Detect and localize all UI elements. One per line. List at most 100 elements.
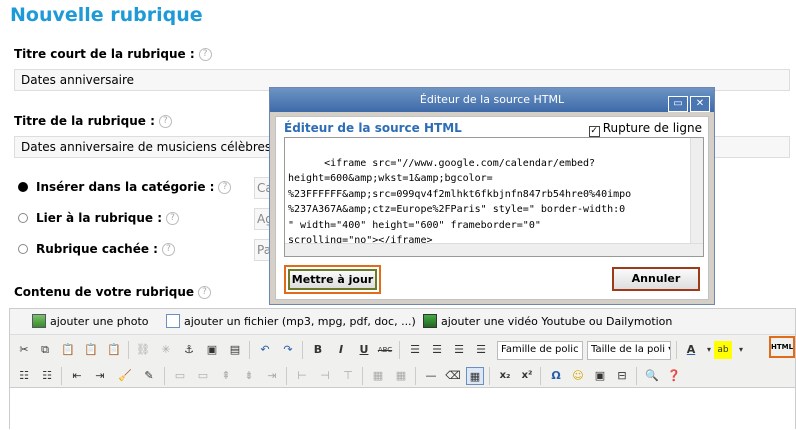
- dialog-title: Éditeur de la source HTML: [419, 93, 565, 106]
- horizontal-scrollbar[interactable]: [285, 243, 703, 256]
- insert-col-before-icon[interactable]: ⊢: [293, 367, 311, 385]
- title-label: Titre de la rubrique :?: [14, 114, 172, 128]
- text-color-icon[interactable]: A: [682, 341, 700, 359]
- indent-icon[interactable]: ⇥: [91, 367, 109, 385]
- unlink-icon[interactable]: ✳: [157, 341, 175, 359]
- toolbar-separator: [249, 341, 250, 359]
- close-icon[interactable]: ✕: [690, 96, 710, 112]
- underline-button[interactable]: U: [355, 341, 373, 359]
- table-row-props-icon[interactable]: ▭: [171, 367, 189, 385]
- html-source-dialog: Éditeur de la source HTML ▭ ✕ Éditeur de …: [269, 87, 715, 305]
- insert-row-before-icon[interactable]: ⇞: [217, 367, 235, 385]
- numbered-list-icon[interactable]: ☷: [38, 367, 56, 385]
- media-embed-icon[interactable]: ▣: [591, 367, 609, 385]
- toolbar-separator: [540, 367, 541, 385]
- help-icon[interactable]: ?: [198, 48, 212, 61]
- rich-text-editor: ajouter une photo ajouter un fichier (mp…: [9, 308, 796, 430]
- help-circle-icon[interactable]: ❓: [665, 367, 683, 385]
- edit-css-icon[interactable]: ✎: [140, 367, 158, 385]
- align-right-icon[interactable]: ☰: [450, 341, 468, 359]
- vertical-scrollbar[interactable]: [690, 138, 703, 256]
- emoticon-icon[interactable]: ☺: [569, 367, 587, 385]
- delete-row-icon[interactable]: ⇥: [263, 367, 281, 385]
- superscript-button[interactable]: x²: [518, 367, 536, 385]
- radio-link-rubrique[interactable]: Lier à la rubrique :?: [18, 211, 179, 225]
- toolbar-separator: [61, 367, 62, 385]
- copy-icon[interactable]: ⧉: [36, 341, 54, 359]
- outdent-icon[interactable]: ⇤: [68, 367, 86, 385]
- toolbar-separator: [302, 341, 303, 359]
- insert-row-after-icon[interactable]: ⇟: [240, 367, 258, 385]
- split-cells-icon[interactable]: ▦: [369, 367, 387, 385]
- bullet-list-icon[interactable]: ☷: [15, 367, 33, 385]
- delete-col-icon[interactable]: ⊤: [339, 367, 357, 385]
- anchor-icon[interactable]: ⚓: [180, 341, 198, 359]
- cancel-button[interactable]: Annuler: [612, 267, 700, 291]
- paste-text-icon[interactable]: 📋: [82, 341, 100, 359]
- radio-icon[interactable]: [18, 213, 28, 223]
- bold-button[interactable]: B: [309, 341, 327, 359]
- editor-content-area[interactable]: [10, 387, 795, 430]
- add-photo-link[interactable]: ajouter une photo: [32, 314, 149, 328]
- toolbar-separator: [286, 367, 287, 385]
- page-break-icon[interactable]: ⊟: [613, 367, 631, 385]
- cut-icon[interactable]: ✂: [15, 341, 33, 359]
- align-justify-icon[interactable]: ☰: [472, 341, 490, 359]
- help-icon[interactable]: ?: [198, 286, 212, 299]
- help-icon[interactable]: ?: [166, 212, 179, 225]
- checkmark-icon[interactable]: ✓: [588, 126, 600, 137]
- paste-word-icon[interactable]: 📋: [105, 341, 123, 359]
- font-family-select[interactable]: Famille de polic ▾: [497, 341, 583, 360]
- content-label: Contenu de votre rubrique?: [14, 285, 212, 299]
- image-icon[interactable]: ▣: [203, 341, 221, 359]
- film-icon: [423, 314, 437, 328]
- toolbar-separator: [415, 367, 416, 385]
- help-icon[interactable]: ?: [158, 115, 172, 128]
- radio-hidden-rubrique[interactable]: Rubrique cachée :?: [18, 242, 175, 256]
- chevron-down-icon[interactable]: ▾: [732, 341, 750, 359]
- link-icon[interactable]: ⛓: [134, 341, 152, 359]
- toolbar-separator: [399, 341, 400, 359]
- radio-insert-category[interactable]: Insérer dans la catégorie :?: [18, 180, 232, 194]
- toolbar-separator: [164, 367, 165, 385]
- horizontal-rule-icon[interactable]: —: [422, 367, 440, 385]
- html-source-textarea[interactable]: <iframe src="//www.google.com/calendar/e…: [284, 137, 704, 257]
- insert-col-after-icon[interactable]: ⊣: [316, 367, 334, 385]
- dialog-titlebar[interactable]: Éditeur de la source HTML ▭ ✕: [270, 88, 714, 112]
- toolbar-separator: [489, 367, 490, 385]
- help-icon[interactable]: ?: [161, 243, 175, 256]
- cleanup-icon[interactable]: 🧹: [116, 367, 134, 385]
- toolbar-row-2: ☷ ☷ ⇤ ⇥ 🧹 ✎ ▭ ▭ ⇞ ⇟ ⇥ ⊢ ⊣ ⊤ ▦ ▦ — ⌫ ▦ x₂…: [10, 363, 795, 389]
- html-source-button[interactable]: HTML: [769, 336, 795, 358]
- remove-format-icon[interactable]: ⌫: [444, 367, 462, 385]
- font-size-select[interactable]: Taille de la poli ▾: [587, 341, 671, 360]
- maximize-icon[interactable]: ▭: [668, 96, 688, 112]
- wrap-lines-checkbox[interactable]: ✓ Rupture de ligne: [588, 121, 702, 137]
- add-video-link[interactable]: ajouter une vidéo Youtube ou Dailymotion: [423, 314, 672, 328]
- align-left-icon[interactable]: ☰: [406, 341, 424, 359]
- special-char-button[interactable]: Ω: [547, 367, 565, 385]
- italic-button[interactable]: I: [332, 341, 350, 359]
- update-button[interactable]: Mettre à jour: [284, 265, 381, 294]
- subscript-button[interactable]: x₂: [496, 367, 514, 385]
- merge-cells-icon[interactable]: ▦: [392, 367, 410, 385]
- visual-aid-icon[interactable]: ▦: [466, 367, 484, 385]
- radio-icon[interactable]: [18, 244, 28, 254]
- redo-icon[interactable]: ↷: [279, 341, 297, 359]
- strikethrough-button[interactable]: ABC: [376, 341, 394, 359]
- table-cell-props-icon[interactable]: ▭: [194, 367, 212, 385]
- photo-icon: [32, 314, 46, 328]
- highlight-color-icon[interactable]: ab: [714, 341, 732, 359]
- add-file-link[interactable]: ajouter un fichier (mp3, mpg, pdf, doc, …: [166, 314, 416, 328]
- paste-icon[interactable]: 📋: [59, 341, 77, 359]
- toolbar-row-1: ✂ ⧉ 📋 📋 📋 ⛓ ✳ ⚓ ▣ ▤ ↶ ↷ B I U ABC ☰ ☰ ☰ …: [10, 337, 795, 363]
- align-center-icon[interactable]: ☰: [428, 341, 446, 359]
- toolbar-separator: [362, 367, 363, 385]
- dialog-heading: Éditeur de la source HTML: [284, 121, 462, 135]
- radio-selected-icon[interactable]: [18, 182, 28, 192]
- help-icon[interactable]: ?: [218, 181, 232, 194]
- undo-icon[interactable]: ↶: [256, 341, 274, 359]
- media-icon[interactable]: ▤: [226, 341, 244, 359]
- preview-icon[interactable]: 🔍: [643, 367, 661, 385]
- page-title: Nouvelle rubrique: [10, 4, 203, 26]
